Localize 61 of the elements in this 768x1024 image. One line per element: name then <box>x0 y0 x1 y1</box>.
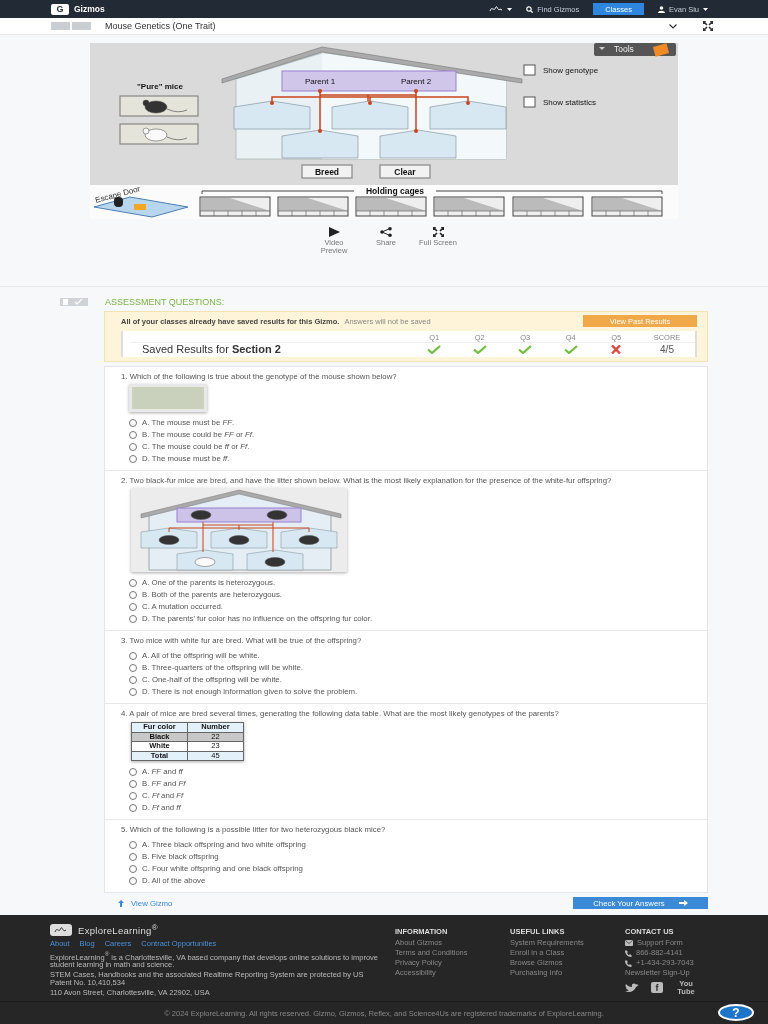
radio-button[interactable] <box>129 602 137 611</box>
radio-button[interactable] <box>129 767 137 776</box>
radio-button[interactable] <box>129 418 137 427</box>
radio-button[interactable] <box>129 614 137 623</box>
radio-button[interactable] <box>129 663 137 672</box>
caret-icon <box>703 7 708 11</box>
pure-mice-label: "Pure" mice <box>137 82 183 91</box>
escape-door-label: Escape Door <box>94 185 142 205</box>
section-heading: ASSESSMENT QUESTIONS: <box>105 297 225 307</box>
radio-button[interactable] <box>129 876 137 885</box>
search-icon <box>526 5 534 13</box>
sim-button[interactable]: Clear <box>379 164 431 179</box>
play-icon <box>328 227 340 237</box>
radio-button[interactable] <box>129 864 137 873</box>
share-icon <box>380 227 392 237</box>
fullscreen-icon <box>432 227 444 237</box>
org-menu-button[interactable] <box>489 5 513 13</box>
radio-button[interactable] <box>129 454 137 463</box>
radio-button[interactable] <box>129 803 137 812</box>
brand-name: ExploreLearning$^{®}$ <box>78 923 158 937</box>
radio-button[interactable] <box>129 687 137 696</box>
signature-icon <box>489 5 504 13</box>
radio-button[interactable] <box>129 840 137 849</box>
mouse-tile[interactable] <box>119 123 199 145</box>
assessment-icon <box>60 298 88 306</box>
social-link[interactable]: f <box>651 982 663 994</box>
brand-name: Gizmos <box>74 4 105 14</box>
radio-button[interactable] <box>129 651 137 660</box>
user-icon <box>657 5 665 13</box>
gizmo-thumbnail <box>51 22 91 30</box>
logo-icon <box>50 923 72 936</box>
fullscreen-icon[interactable] <box>703 21 713 31</box>
radio-button[interactable] <box>129 852 137 861</box>
checkbox[interactable] <box>523 96 536 108</box>
radio-button[interactable] <box>129 675 137 684</box>
help-button[interactable]: ? <box>718 1004 754 1021</box>
arrow-up-icon <box>118 899 124 907</box>
checkbox[interactable] <box>523 64 536 76</box>
radio-button[interactable] <box>129 430 137 439</box>
bird-icon[interactable] <box>625 982 639 993</box>
gizmo-title: Mouse Genetics (One Trait) <box>105 21 217 31</box>
parent-label: Parent 1 <box>304 77 336 86</box>
mail-icon <box>625 940 633 947</box>
checkbox-label: Show statistics <box>543 98 596 107</box>
parent-label: Parent 2 <box>400 77 432 86</box>
radio-button[interactable] <box>129 590 137 599</box>
caret-icon <box>507 7 513 11</box>
logo-mark: G <box>51 3 69 15</box>
radio-button[interactable] <box>129 779 137 788</box>
holding-cages-label: Holding cages <box>365 186 425 196</box>
chevron-down-icon[interactable] <box>669 23 677 29</box>
radio-button[interactable] <box>129 578 137 587</box>
results-title: Saved Results for Section 2 <box>141 343 282 355</box>
arrow-right-icon <box>678 900 688 906</box>
radio-button[interactable] <box>129 791 137 800</box>
radio-button[interactable] <box>129 442 137 451</box>
checkbox-label: Show genotype <box>543 66 599 75</box>
mouse-tile[interactable] <box>119 95 199 117</box>
sim-button[interactable]: Breed <box>301 164 353 179</box>
tools-tab[interactable]: Tools <box>594 43 676 57</box>
score-value: 4/5 <box>659 343 675 355</box>
